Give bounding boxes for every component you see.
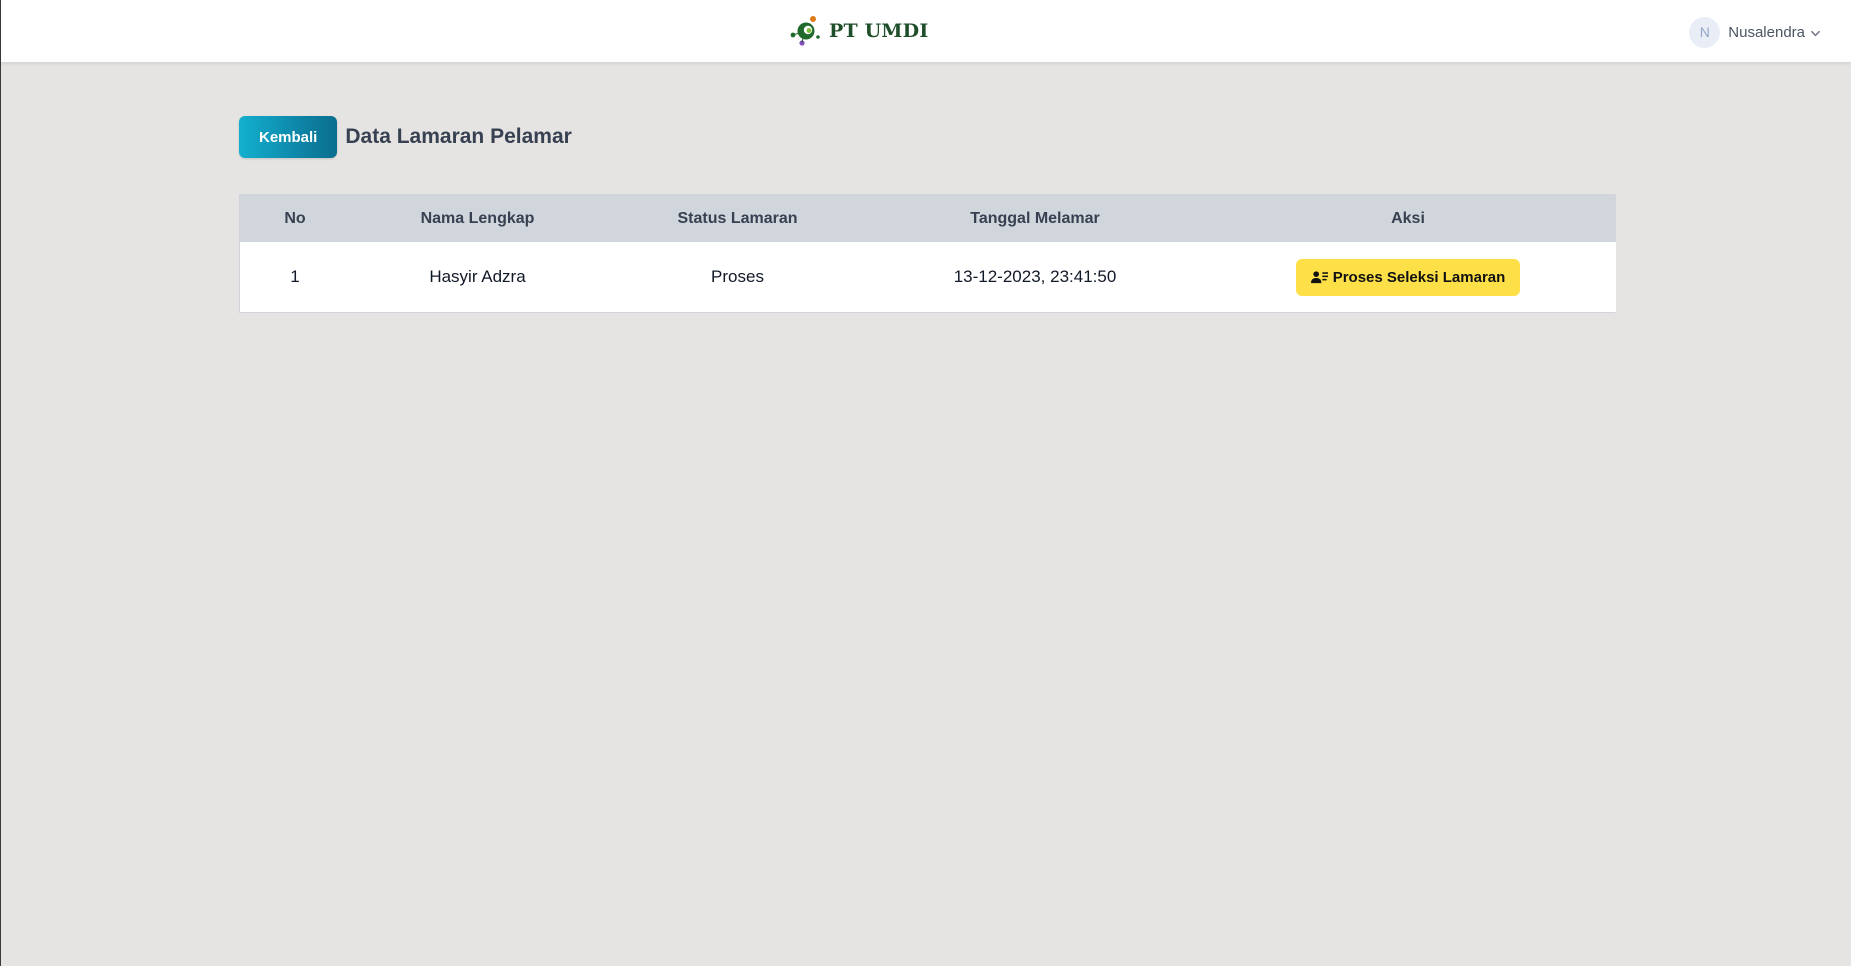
- column-header-tanggal-melamar: Tanggal Melamar: [970, 209, 1100, 227]
- user-list-icon: [1310, 271, 1328, 284]
- cell-nama-lengkap: Hasyir Adzra: [429, 267, 526, 286]
- table-row: 1 Hasyir Adzra Proses 13-12-2023, 23:41:…: [240, 242, 1616, 312]
- user-name: Nusalendra: [1728, 23, 1805, 41]
- brand[interactable]: PT UMDI: [789, 14, 928, 48]
- chevron-down-icon: [1811, 30, 1820, 36]
- process-selection-label: Proses Seleksi Lamaran: [1332, 268, 1506, 286]
- cell-tanggal-melamar: 13-12-2023, 23:41:50: [953, 267, 1117, 286]
- column-header-aksi: Aksi: [1391, 209, 1425, 227]
- brand-name: PT UMDI: [829, 20, 929, 42]
- process-selection-button[interactable]: Proses Seleksi Lamaran: [1295, 258, 1521, 296]
- user-menu[interactable]: N Nusalendra: [1689, 16, 1821, 48]
- top-navbar: PT UMDI N Nusalendra: [1, 0, 1851, 63]
- column-header-no: No: [284, 209, 306, 227]
- company-logo-icon: [790, 16, 820, 46]
- page-heading-row: Kembali Data Lamaran Pelamar: [239, 116, 572, 158]
- table-header-row: No Nama Lengkap Status Lamaran Tanggal M…: [240, 195, 1616, 242]
- cell-aksi: Proses Seleksi Lamaran: [1200, 242, 1616, 312]
- avatar: N: [1689, 16, 1721, 48]
- column-header-nama-lengkap: Nama Lengkap: [420, 209, 535, 227]
- applicants-table: No Nama Lengkap Status Lamaran Tanggal M…: [239, 194, 1616, 313]
- back-button[interactable]: Kembali: [239, 116, 338, 158]
- cell-no: 1: [290, 267, 300, 286]
- cell-status-lamaran: Proses: [711, 267, 764, 286]
- column-header-status-lamaran: Status Lamaran: [677, 209, 798, 227]
- page-title: Data Lamaran Pelamar: [345, 125, 572, 148]
